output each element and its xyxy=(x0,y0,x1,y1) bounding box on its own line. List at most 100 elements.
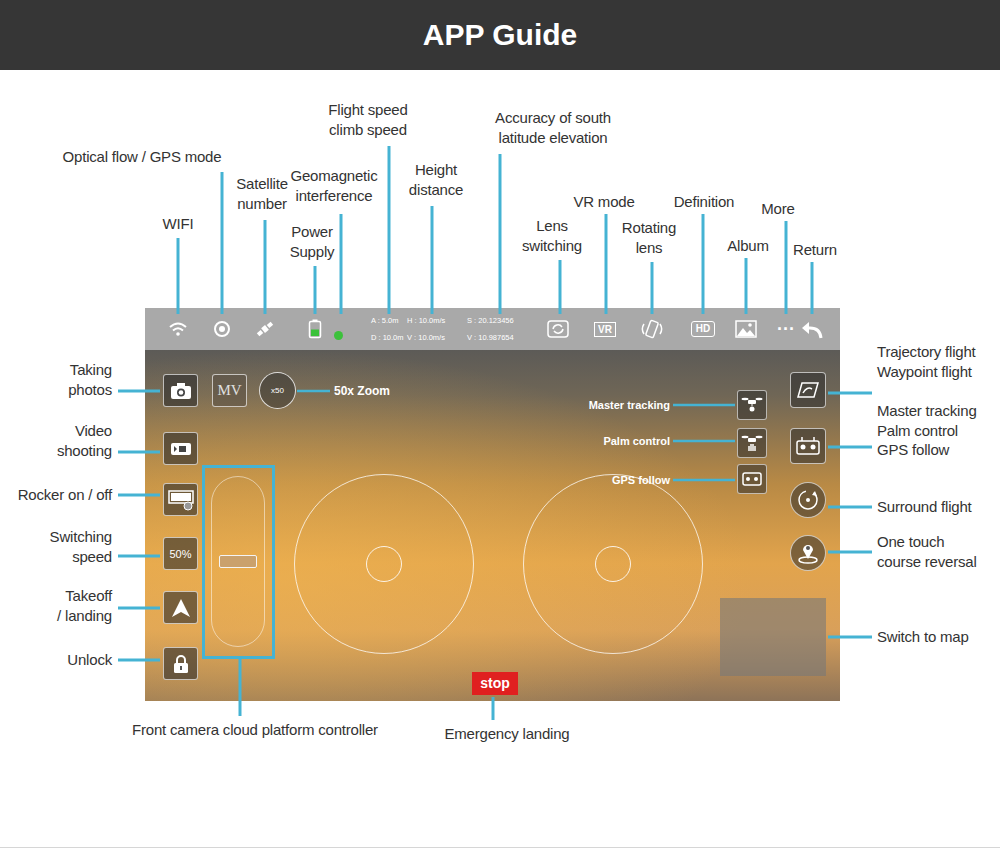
callout-line xyxy=(828,446,872,449)
callout-label: Definition xyxy=(674,192,735,212)
callout-label: Takeoff / landing xyxy=(57,586,112,625)
callout-label: Surround flight xyxy=(877,497,972,517)
telemetry-reading: S : 20.123456 xyxy=(467,316,514,326)
emergency-stop-button[interactable]: stop xyxy=(472,672,518,695)
geomagnetic-dot xyxy=(334,331,343,340)
telemetry-reading: V : 10.0m/s xyxy=(407,333,445,343)
callout-label: Video shooting xyxy=(57,421,112,460)
trajectory-icon xyxy=(796,380,820,400)
callout-label: Height distance xyxy=(409,160,463,199)
mode-label: Palm control xyxy=(603,434,670,448)
callout-label: More xyxy=(761,199,794,219)
callout-label: Accuracy of south latitude elevation xyxy=(495,108,611,147)
callout-line xyxy=(673,440,735,443)
callout-label: Switch to map xyxy=(877,627,969,647)
video-button[interactable] xyxy=(163,432,198,465)
callout-line xyxy=(828,551,872,554)
callout-line xyxy=(118,555,160,558)
take-photo-button[interactable] xyxy=(163,374,198,407)
callout-line xyxy=(118,451,160,454)
callout-line xyxy=(118,659,160,662)
gimbal-slider[interactable] xyxy=(211,476,265,647)
zoom-button[interactable]: x50 xyxy=(259,372,296,409)
callout-label: Switching speed xyxy=(50,527,112,566)
callout-label: Front camera cloud platform controller xyxy=(132,720,378,740)
callout-line xyxy=(828,506,872,509)
vr-mode-button[interactable]: VR xyxy=(590,308,620,350)
mode-label: GPS follow xyxy=(612,473,670,487)
callout-line xyxy=(499,154,502,314)
callout-label: One touch course reversal xyxy=(877,532,977,571)
callout-line xyxy=(785,221,788,314)
remote-icon xyxy=(795,436,821,456)
status-bar: A : 5.0mD : 10.0mH : 10.0m/sV : 10.0m/sS… xyxy=(145,308,840,350)
callout-label: WIFI xyxy=(163,214,194,234)
callout-line xyxy=(314,266,317,314)
joystick-knob[interactable] xyxy=(595,546,631,582)
telemetry-reading: D : 10.0m xyxy=(371,333,404,343)
callout-line xyxy=(264,220,267,314)
joystick-knob[interactable] xyxy=(366,546,402,582)
callout-line xyxy=(605,214,608,314)
callout-line xyxy=(388,146,391,314)
callout-line xyxy=(118,607,160,610)
more-button[interactable]: ··· xyxy=(771,308,801,350)
callout-label: Unlock xyxy=(67,650,112,670)
guide-canvas: A : 5.0mD : 10.0mH : 10.0m/sV : 10.0m/sS… xyxy=(0,70,1000,851)
callout-line xyxy=(828,636,872,639)
callout-line xyxy=(811,262,814,314)
return-icon[interactable] xyxy=(797,308,827,350)
guide-title: APP Guide xyxy=(423,18,577,52)
gimbal-thumb[interactable] xyxy=(219,555,257,568)
mv-button[interactable]: MV xyxy=(212,374,247,407)
mode-label: Master tracking xyxy=(589,398,670,412)
course-reversal-button[interactable] xyxy=(790,535,826,571)
gps-drone-icon xyxy=(741,470,763,488)
gps-follow-button[interactable] xyxy=(737,464,767,494)
callout-line xyxy=(340,214,343,314)
follow-modes-button[interactable] xyxy=(790,428,826,464)
callout-line xyxy=(673,404,735,407)
definition-button[interactable]: HD xyxy=(688,308,718,350)
takeoff-icon xyxy=(171,598,191,618)
callout-label: Flight speed climb speed xyxy=(328,100,407,139)
callout-line xyxy=(673,479,735,482)
battery-icon xyxy=(300,308,330,350)
rotate-lens-icon[interactable] xyxy=(637,308,667,350)
callout-line xyxy=(651,262,654,314)
callout-line xyxy=(118,390,160,393)
app-guide-page: APP Guide A : 5.0mD : 10.0mH : 10.0m/sV … xyxy=(0,0,1000,851)
callout-line xyxy=(177,238,180,314)
callout-line xyxy=(297,390,330,393)
satellite-icon xyxy=(250,308,280,350)
left-joystick[interactable] xyxy=(294,474,474,654)
callout-label: Taking photos xyxy=(68,360,112,399)
callout-label: Master tracking Palm control GPS follow xyxy=(877,401,977,460)
speed-button[interactable]: 50% xyxy=(163,537,198,570)
rocker-icon xyxy=(168,489,194,511)
rocker-toggle-button[interactable] xyxy=(163,483,198,516)
palm-control-button[interactable] xyxy=(737,428,767,458)
surround-flight-button[interactable] xyxy=(790,482,826,518)
video-icon xyxy=(170,442,192,456)
unlock-button[interactable] xyxy=(163,647,198,680)
drone-icon xyxy=(741,396,763,414)
takeoff-landing-button[interactable] xyxy=(163,591,198,624)
album-icon[interactable] xyxy=(731,308,761,350)
gimbal-highlight xyxy=(204,467,274,658)
callout-line xyxy=(239,658,242,716)
callout-label: Rocker on / off xyxy=(18,485,112,505)
callout-label: Return xyxy=(793,240,837,260)
right-joystick[interactable] xyxy=(523,474,703,654)
master-tracking-button[interactable] xyxy=(737,390,767,420)
wifi-icon[interactable] xyxy=(163,308,193,350)
callout-line xyxy=(702,214,705,314)
trajectory-flight-button[interactable] xyxy=(790,372,826,408)
camera-icon xyxy=(170,382,192,400)
map-switch[interactable] xyxy=(720,598,826,676)
lens-switch-icon[interactable] xyxy=(543,308,573,350)
callout-label: Lens switching xyxy=(522,216,582,255)
zoom-label: 50x Zoom xyxy=(334,384,390,398)
callout-label: Rotating lens xyxy=(622,218,676,257)
optical-flow-icon[interactable] xyxy=(207,308,237,350)
